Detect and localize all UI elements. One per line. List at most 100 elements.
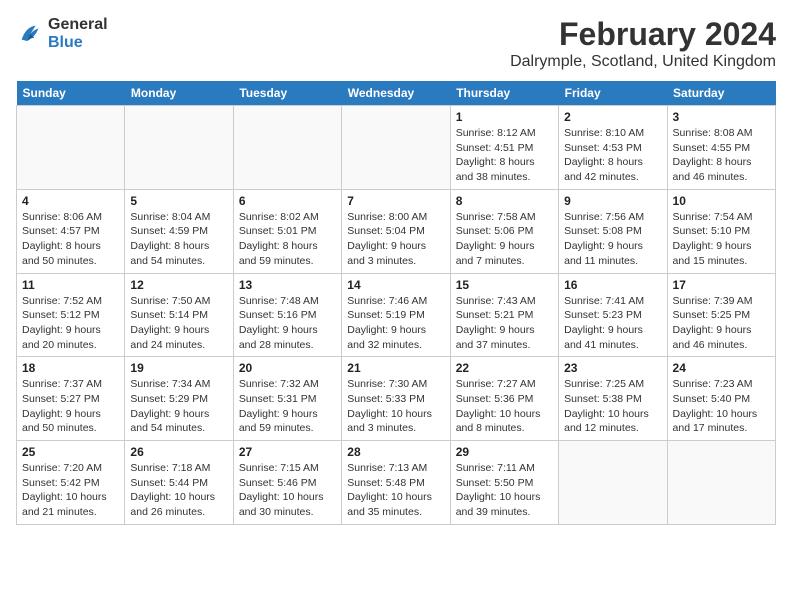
calendar-day-cell: 6 Sunrise: 8:02 AMSunset: 5:01 PMDaylight… <box>233 189 341 273</box>
day-info: Sunrise: 7:32 AMSunset: 5:31 PMDaylight:… <box>239 377 336 436</box>
calendar-day-cell: 16 Sunrise: 7:41 AMSunset: 5:23 PMDayligh… <box>559 273 667 357</box>
day-number: 26 <box>130 445 227 459</box>
logo-icon <box>16 20 44 48</box>
day-number: 16 <box>564 278 661 292</box>
calendar-day-cell: 28 Sunrise: 7:13 AMSunset: 5:48 PMDayligh… <box>342 441 450 525</box>
day-number: 5 <box>130 194 227 208</box>
main-title: February 2024 <box>510 16 776 53</box>
calendar-week-row: 25 Sunrise: 7:20 AMSunset: 5:42 PMDayligh… <box>17 441 776 525</box>
calendar-day-cell: 22 Sunrise: 7:27 AMSunset: 5:36 PMDayligh… <box>450 357 558 441</box>
day-info: Sunrise: 7:39 AMSunset: 5:25 PMDaylight:… <box>673 294 770 353</box>
calendar-day-cell: 17 Sunrise: 7:39 AMSunset: 5:25 PMDayligh… <box>667 273 775 357</box>
day-number: 11 <box>22 278 119 292</box>
day-info: Sunrise: 8:02 AMSunset: 5:01 PMDaylight:… <box>239 210 336 269</box>
day-number: 1 <box>456 110 553 124</box>
weekday-header-cell: Thursday <box>450 81 558 106</box>
day-number: 24 <box>673 361 770 375</box>
day-number: 6 <box>239 194 336 208</box>
day-number: 28 <box>347 445 444 459</box>
day-number: 15 <box>456 278 553 292</box>
day-info: Sunrise: 7:13 AMSunset: 5:48 PMDaylight:… <box>347 461 444 520</box>
day-info: Sunrise: 7:43 AMSunset: 5:21 PMDaylight:… <box>456 294 553 353</box>
calendar-day-cell: 13 Sunrise: 7:48 AMSunset: 5:16 PMDayligh… <box>233 273 341 357</box>
calendar-day-cell: 3 Sunrise: 8:08 AMSunset: 4:55 PMDaylight… <box>667 106 775 190</box>
day-number: 25 <box>22 445 119 459</box>
day-info: Sunrise: 7:56 AMSunset: 5:08 PMDaylight:… <box>564 210 661 269</box>
day-info: Sunrise: 7:30 AMSunset: 5:33 PMDaylight:… <box>347 377 444 436</box>
day-number: 19 <box>130 361 227 375</box>
calendar-day-cell <box>233 106 341 190</box>
weekday-header-cell: Wednesday <box>342 81 450 106</box>
day-number: 8 <box>456 194 553 208</box>
day-number: 17 <box>673 278 770 292</box>
day-info: Sunrise: 7:15 AMSunset: 5:46 PMDaylight:… <box>239 461 336 520</box>
day-number: 27 <box>239 445 336 459</box>
day-info: Sunrise: 7:11 AMSunset: 5:50 PMDaylight:… <box>456 461 553 520</box>
day-info: Sunrise: 7:41 AMSunset: 5:23 PMDaylight:… <box>564 294 661 353</box>
day-number: 10 <box>673 194 770 208</box>
calendar-day-cell: 4 Sunrise: 8:06 AMSunset: 4:57 PMDaylight… <box>17 189 125 273</box>
page-header: General Blue February 2024 Dalrymple, Sc… <box>16 16 776 71</box>
calendar-day-cell: 5 Sunrise: 8:04 AMSunset: 4:59 PMDaylight… <box>125 189 233 273</box>
day-info: Sunrise: 7:34 AMSunset: 5:29 PMDaylight:… <box>130 377 227 436</box>
calendar-day-cell: 2Sunrise: 8:10 AMSunset: 4:53 PMDaylight… <box>559 106 667 190</box>
day-info: Sunrise: 7:46 AMSunset: 5:19 PMDaylight:… <box>347 294 444 353</box>
day-info: Sunrise: 7:23 AMSunset: 5:40 PMDaylight:… <box>673 377 770 436</box>
calendar-table: SundayMondayTuesdayWednesdayThursdayFrid… <box>16 81 776 525</box>
day-number: 9 <box>564 194 661 208</box>
day-number: 13 <box>239 278 336 292</box>
day-number: 20 <box>239 361 336 375</box>
day-info: Sunrise: 7:37 AMSunset: 5:27 PMDaylight:… <box>22 377 119 436</box>
calendar-day-cell <box>559 441 667 525</box>
calendar-day-cell: 21Sunrise: 7:30 AMSunset: 5:33 PMDayligh… <box>342 357 450 441</box>
day-info: Sunrise: 8:00 AMSunset: 5:04 PMDaylight:… <box>347 210 444 269</box>
calendar-week-row: 4 Sunrise: 8:06 AMSunset: 4:57 PMDaylight… <box>17 189 776 273</box>
weekday-header-row: SundayMondayTuesdayWednesdayThursdayFrid… <box>17 81 776 106</box>
calendar-day-cell: 25 Sunrise: 7:20 AMSunset: 5:42 PMDayligh… <box>17 441 125 525</box>
day-number: 4 <box>22 194 119 208</box>
calendar-day-cell: 20 Sunrise: 7:32 AMSunset: 5:31 PMDayligh… <box>233 357 341 441</box>
calendar-day-cell: 15 Sunrise: 7:43 AMSunset: 5:21 PMDayligh… <box>450 273 558 357</box>
calendar-day-cell: 9 Sunrise: 7:56 AMSunset: 5:08 PMDaylight… <box>559 189 667 273</box>
day-number: 22 <box>456 361 553 375</box>
day-info: Sunrise: 8:08 AMSunset: 4:55 PMDaylight:… <box>673 126 770 185</box>
calendar-day-cell <box>667 441 775 525</box>
day-info: Sunrise: 7:27 AMSunset: 5:36 PMDaylight:… <box>456 377 553 436</box>
day-number: 14 <box>347 278 444 292</box>
day-info: Sunrise: 7:18 AMSunset: 5:44 PMDaylight:… <box>130 461 227 520</box>
calendar-day-cell: 7 Sunrise: 8:00 AMSunset: 5:04 PMDaylight… <box>342 189 450 273</box>
weekday-header-cell: Sunday <box>17 81 125 106</box>
day-info: Sunrise: 8:10 AMSunset: 4:53 PMDaylight:… <box>564 126 661 185</box>
calendar-day-cell: 10 Sunrise: 7:54 AMSunset: 5:10 PMDayligh… <box>667 189 775 273</box>
day-number: 23 <box>564 361 661 375</box>
calendar-week-row: 1Sunrise: 8:12 AMSunset: 4:51 PMDaylight… <box>17 106 776 190</box>
logo: General Blue <box>16 16 108 52</box>
day-info: Sunrise: 8:04 AMSunset: 4:59 PMDaylight:… <box>130 210 227 269</box>
day-number: 3 <box>673 110 770 124</box>
day-info: Sunrise: 7:58 AMSunset: 5:06 PMDaylight:… <box>456 210 553 269</box>
day-info: Sunrise: 7:20 AMSunset: 5:42 PMDaylight:… <box>22 461 119 520</box>
calendar-day-cell <box>17 106 125 190</box>
calendar-day-cell <box>342 106 450 190</box>
calendar-day-cell: 11 Sunrise: 7:52 AMSunset: 5:12 PMDayligh… <box>17 273 125 357</box>
day-number: 18 <box>22 361 119 375</box>
calendar-day-cell: 27 Sunrise: 7:15 AMSunset: 5:46 PMDayligh… <box>233 441 341 525</box>
calendar-day-cell: 29 Sunrise: 7:11 AMSunset: 5:50 PMDayligh… <box>450 441 558 525</box>
weekday-header-cell: Friday <box>559 81 667 106</box>
calendar-day-cell: 23 Sunrise: 7:25 AMSunset: 5:38 PMDayligh… <box>559 357 667 441</box>
day-info: Sunrise: 8:06 AMSunset: 4:57 PMDaylight:… <box>22 210 119 269</box>
calendar-day-cell: 8 Sunrise: 7:58 AMSunset: 5:06 PMDaylight… <box>450 189 558 273</box>
day-info: Sunrise: 7:52 AMSunset: 5:12 PMDaylight:… <box>22 294 119 353</box>
calendar-day-cell: 24 Sunrise: 7:23 AMSunset: 5:40 PMDayligh… <box>667 357 775 441</box>
day-number: 12 <box>130 278 227 292</box>
calendar-day-cell: 26 Sunrise: 7:18 AMSunset: 5:44 PMDayligh… <box>125 441 233 525</box>
calendar-day-cell: 19 Sunrise: 7:34 AMSunset: 5:29 PMDayligh… <box>125 357 233 441</box>
day-number: 29 <box>456 445 553 459</box>
day-info: Sunrise: 7:54 AMSunset: 5:10 PMDaylight:… <box>673 210 770 269</box>
day-number: 7 <box>347 194 444 208</box>
calendar-week-row: 11 Sunrise: 7:52 AMSunset: 5:12 PMDayligh… <box>17 273 776 357</box>
weekday-header-cell: Monday <box>125 81 233 106</box>
subtitle: Dalrymple, Scotland, United Kingdom <box>510 53 776 71</box>
day-info: Sunrise: 7:48 AMSunset: 5:16 PMDaylight:… <box>239 294 336 353</box>
day-info: Sunrise: 7:25 AMSunset: 5:38 PMDaylight:… <box>564 377 661 436</box>
